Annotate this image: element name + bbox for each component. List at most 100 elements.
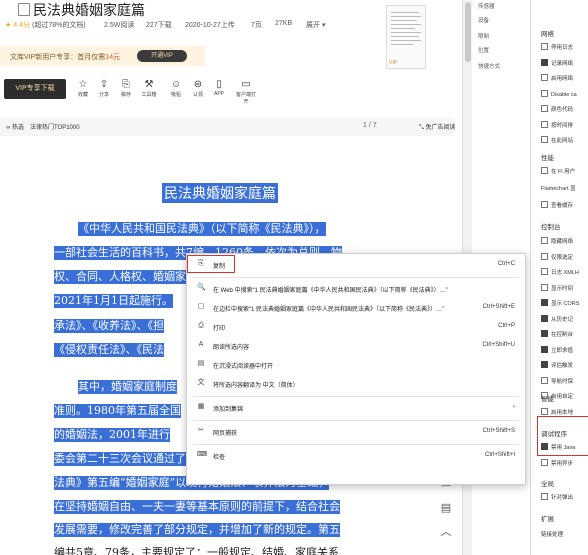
- ranking-tag[interactable]: ∞ 热选 法律热门TOP1000: [6, 122, 80, 131]
- menu-item-add-to-collections[interactable]: ▦ 添加到集锦 ›: [187, 399, 525, 415]
- checkbox-icon[interactable]: [541, 105, 548, 112]
- vip-download-button[interactable]: VIP专享下载: [4, 79, 66, 99]
- settings-checkbox[interactable]: 隐藏网络: [541, 237, 573, 245]
- tool-client-open-button[interactable]: ▭ 客户端打开: [236, 79, 256, 106]
- open-vip-button[interactable]: 开通VIP: [137, 50, 187, 62]
- settings-checkbox[interactable]: 按时间排: [541, 120, 573, 129]
- menu-item-web-capture[interactable]: ✂ 网页捕获 Ctrl+Shift+S: [187, 423, 525, 439]
- settings-checkbox[interactable]: 记录网络: [541, 58, 573, 67]
- checkbox-icon[interactable]: [541, 58, 548, 66]
- checkbox-icon[interactable]: [541, 167, 548, 174]
- expand-link[interactable]: 展开 ▾: [306, 20, 325, 30]
- tool-save-button[interactable]: ⎘ 稿存: [116, 79, 136, 99]
- checkbox-icon[interactable]: [541, 201, 548, 208]
- settings-checkbox[interactable]: 停用日志: [541, 43, 573, 51]
- tool-label: APP: [213, 91, 224, 97]
- settings-checkbox[interactable]: 启用本地: [541, 408, 573, 416]
- chevron-up-icon[interactable]: ︿: [440, 526, 452, 538]
- checkbox-icon[interactable]: [541, 345, 548, 353]
- claim-icon: ⊜: [193, 79, 203, 90]
- settings-checkbox[interactable]: 显示时间: [541, 283, 573, 292]
- tool-favorite-button[interactable]: ☆ 收藏: [73, 80, 93, 99]
- client-open-icon: ▭: [241, 79, 251, 90]
- settings-checkbox[interactable]: 在 Fl 用户: [541, 167, 575, 175]
- checkbox-label: 立即求值: [551, 347, 574, 354]
- document-line: 2021年1月1日起施行。: [54, 294, 173, 308]
- note-icon[interactable]: ▤: [440, 502, 452, 514]
- settings-checkbox[interactable]: 立即求值: [541, 345, 574, 354]
- checkbox-icon[interactable]: [541, 493, 548, 500]
- app-icon: ▯: [216, 79, 222, 90]
- settings-checkbox[interactable]: 仅限选定: [541, 252, 573, 261]
- tool-claim-button[interactable]: ⊜ 认领: [188, 79, 208, 99]
- settings-section-header: 网络: [541, 31, 554, 38]
- checkbox-icon[interactable]: [541, 376, 548, 384]
- tool-share-button[interactable]: ⇪ 分享: [94, 80, 114, 99]
- inspect-icon: ⌨: [197, 451, 208, 458]
- settings-checkbox[interactable]: 在此网站: [541, 136, 573, 144]
- devtools-nav-item[interactable]: 传感器: [478, 2, 495, 10]
- menu-item-inspect[interactable]: ⌨ 检查 Ctrl+Shift+I: [187, 447, 525, 463]
- checkbox-icon[interactable]: [541, 299, 548, 306]
- checkbox-label: 在控制台: [551, 332, 574, 338]
- menu-separator: [193, 444, 519, 445]
- settings-checkbox[interactable]: 显示 CORS: [541, 299, 579, 307]
- menu-item-copy[interactable]: ⎘ 复制 Ctrl+C: [187, 256, 525, 272]
- settings-checkbox[interactable]: 针对弹出: [541, 493, 573, 501]
- settings-checkbox[interactable]: 评估触发: [541, 361, 573, 369]
- menu-item-sidebar-search[interactable]: ▢ 在边栏中搜索“1 民法典婚姻家庭篇《中华人民共和国民法典》（以下简称《民法典》…: [187, 299, 525, 315]
- document-thumbnail[interactable]: VIP: [386, 5, 426, 69]
- menu-item-immersive-reader[interactable]: ▤ 在沉浸式阅读器中打开: [187, 356, 525, 372]
- read-aloud-icon: A: [198, 341, 204, 348]
- settings-checkbox[interactable]: 从历史记: [541, 314, 573, 323]
- tool-app-button[interactable]: ▯ APP: [209, 79, 229, 98]
- scrollbar-thumb[interactable]: [465, 2, 471, 62]
- checkbox-label: 导航时保: [551, 378, 574, 385]
- checkbox-icon[interactable]: [541, 252, 548, 260]
- checkbox-icon[interactable]: [541, 268, 548, 275]
- menu-item-label: 网页捕获: [213, 431, 238, 437]
- settings-checkbox[interactable]: 启用网络: [541, 74, 573, 82]
- checkbox-icon[interactable]: [541, 408, 548, 415]
- settings-section-header: 控制台: [541, 224, 561, 231]
- tool-toolbox-button[interactable]: ⚒ 工具箱: [139, 80, 159, 99]
- checkbox-icon[interactable]: [541, 237, 548, 244]
- ad-free-read-button[interactable]: ⤡ 免广告阅读: [419, 122, 455, 132]
- checkbox-icon[interactable]: [541, 136, 548, 143]
- checkbox-icon[interactable]: [541, 314, 548, 322]
- document-line: 发展需要，修改完善了部分规定，并增加了新的规定。第五: [54, 523, 340, 537]
- settings-section-header: 智能: [541, 396, 554, 403]
- settings-checkbox[interactable]: 查看缓存: [541, 201, 573, 209]
- devtools-nav-item[interactable]: 位置: [478, 46, 489, 54]
- settings-checkbox[interactable]: 禁用异步: [541, 459, 573, 467]
- menu-item-translate[interactable]: 文将所选内容翻译为 中文（简体）: [187, 375, 525, 391]
- devtools-nav-item[interactable]: 快捷方式: [478, 62, 500, 70]
- settings-checkbox[interactable]: Disable ca: [541, 89, 577, 98]
- menu-item-web-search[interactable]: 🔍 在 Web 中搜索“1 民法典婚姻家庭篇《中华人民共和国民法典》（以下简称《民…: [187, 280, 525, 296]
- checkbox-label: Disable ca: [551, 91, 577, 98]
- settings-checkbox[interactable]: 颜色代码: [541, 105, 573, 113]
- file-size: 27KB: [275, 20, 293, 27]
- checkbox-icon[interactable]: [541, 89, 548, 97]
- menu-item-label: 将所选内容翻译为 中文（简体）: [213, 383, 299, 389]
- checkbox-icon[interactable]: [541, 459, 548, 466]
- settings-checkbox[interactable]: 在控制台: [541, 330, 573, 338]
- menu-item-shortcut: Ctrl+Shift+U: [482, 342, 515, 348]
- checkbox-icon[interactable]: [541, 283, 548, 291]
- menu-item-read-aloud[interactable]: A 朗读所选内容 Ctrl+Shift+U: [187, 337, 525, 353]
- checkbox-icon[interactable]: [541, 74, 548, 81]
- checkbox-icon[interactable]: [541, 120, 548, 128]
- save-icon: ⎘: [122, 79, 130, 90]
- settings-checkbox[interactable]: 日志 XMLH: [541, 268, 579, 276]
- tool-absorb-button[interactable]: ☺ 吸铅: [166, 80, 186, 99]
- upload-date: 2020-10-27上传: [185, 22, 235, 29]
- checkbox-icon[interactable]: [541, 361, 548, 368]
- settings-checkbox[interactable]: 导航时保: [541, 376, 574, 385]
- checkbox-icon[interactable]: [541, 43, 548, 50]
- document-icon: [18, 3, 30, 16]
- devtools-nav-item[interactable]: 限制: [478, 32, 489, 40]
- devtools-nav-item[interactable]: 设备: [478, 16, 489, 24]
- checkbox-icon[interactable]: [541, 330, 548, 337]
- menu-item-print[interactable]: ⎙ 打印 Ctrl+P: [187, 318, 525, 334]
- tool-label: 工具箱: [141, 92, 157, 98]
